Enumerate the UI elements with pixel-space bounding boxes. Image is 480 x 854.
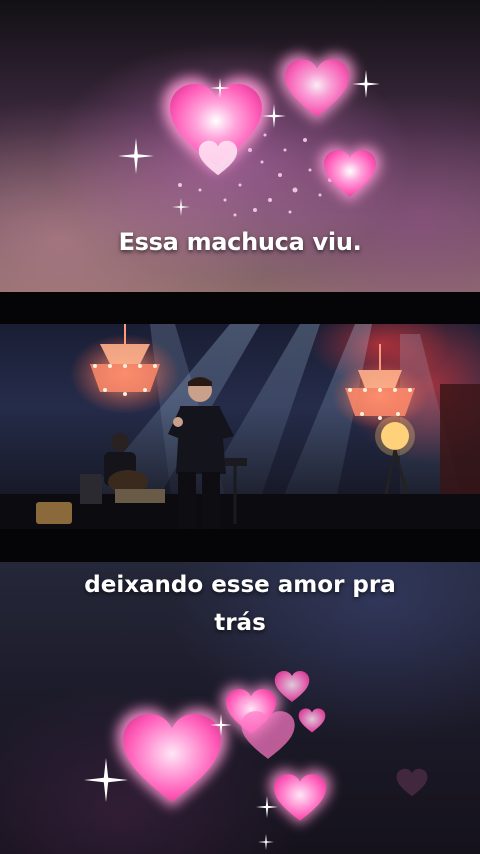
- sparkle-icon: [258, 834, 274, 850]
- concert-stage-art: [0, 324, 480, 529]
- bottom-heart-panel: deixando esse amor pra trás: [0, 562, 480, 854]
- caption-top: Essa machuca viu.: [118, 228, 362, 256]
- letterbox-bar: [0, 529, 480, 562]
- top-heart-panel: Essa machuca viu.: [0, 0, 480, 292]
- sparkle-icon: [84, 758, 128, 802]
- sparkle-icon: [352, 70, 380, 98]
- heart-icon: [396, 768, 428, 797]
- amplifier: [36, 502, 72, 524]
- heart-icon: [298, 708, 326, 733]
- sparkle-icon: [118, 138, 154, 174]
- concert-video-frame: [0, 324, 480, 529]
- heart-icon: [319, 146, 381, 202]
- sparkle-icon: [172, 198, 190, 216]
- heart-icon: [269, 769, 331, 825]
- heart-icon: [278, 53, 356, 123]
- heart-icon: [116, 708, 228, 808]
- caption-bottom: deixando esse amor pra trás: [84, 572, 396, 636]
- letterbox-bar: [0, 292, 480, 324]
